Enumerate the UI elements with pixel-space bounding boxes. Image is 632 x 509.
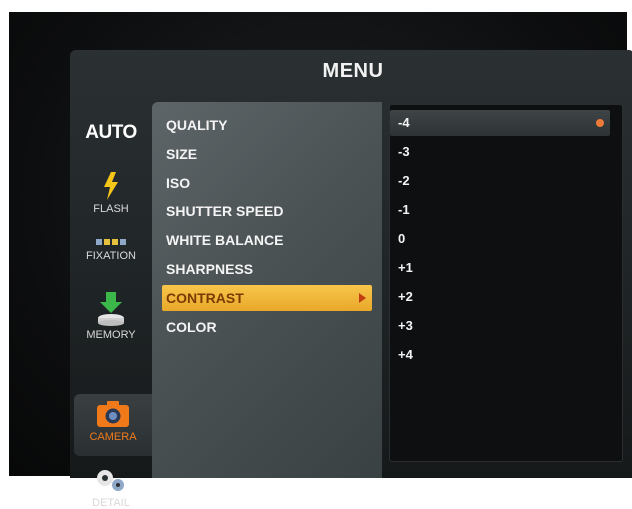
mode-rail: AUTO FLASH FIXATION MEMORY CAMERA DETAIL — [70, 102, 152, 509]
setting-item-label: CONTRAST — [166, 290, 244, 306]
rail-item-detail[interactable]: DETAIL — [76, 468, 146, 509]
value-option[interactable]: -1 — [398, 197, 410, 223]
setting-item-quality[interactable]: QUALITY — [166, 112, 227, 138]
rail-item-label: CAMERA — [89, 431, 137, 443]
settings-list: QUALITY SIZE ISO SHUTTER SPEED WHITE BAL… — [152, 102, 382, 478]
rail-item-label: DETAIL — [92, 497, 130, 509]
setting-item-sharpness[interactable]: SHARPNESS — [166, 256, 253, 282]
setting-item-size[interactable]: SIZE — [166, 141, 197, 167]
values-panel: -4 -3 -2 -1 0 +1 +2 +3 +4 — [389, 104, 623, 462]
auto-mode-label[interactable]: AUTO — [76, 122, 146, 144]
gears-icon — [97, 470, 124, 491]
setting-item-iso[interactable]: ISO — [166, 170, 190, 196]
value-label: -4 — [398, 115, 410, 130]
memory-download-icon — [98, 292, 124, 326]
value-option[interactable]: +3 — [398, 313, 413, 339]
value-option[interactable]: 0 — [398, 226, 405, 252]
value-option[interactable]: -2 — [398, 168, 410, 194]
rail-item-fixation[interactable]: FIXATION — [76, 237, 146, 262]
value-option[interactable]: +1 — [398, 255, 413, 281]
setting-item-white-balance[interactable]: WHITE BALANCE — [166, 227, 283, 253]
value-option[interactable]: +2 — [398, 284, 413, 310]
rail-item-label: MEMORY — [86, 329, 136, 341]
menu-title: MENU — [322, 60, 384, 82]
current-value-dot-icon — [596, 119, 604, 127]
fixation-icon — [96, 239, 126, 245]
lightning-icon — [104, 172, 118, 200]
rail-item-label: FLASH — [93, 203, 129, 215]
value-option[interactable]: +4 — [398, 342, 413, 368]
setting-item-contrast[interactable]: CONTRAST — [162, 285, 372, 311]
rail-item-flash[interactable]: FLASH — [76, 172, 146, 215]
rail-item-memory[interactable]: MEMORY — [76, 292, 146, 341]
chevron-right-icon — [359, 293, 366, 303]
menu-screen: MENU AUTO FLASH FIXATION MEMORY CAMERA D… — [70, 50, 632, 509]
rail-item-camera[interactable]: CAMERA — [74, 394, 152, 456]
rail-item-label: FIXATION — [86, 250, 136, 262]
value-option[interactable]: -3 — [398, 139, 410, 165]
camera-icon — [97, 401, 129, 427]
setting-item-shutter-speed[interactable]: SHUTTER SPEED — [166, 198, 283, 224]
value-option[interactable]: -4 — [390, 110, 610, 136]
setting-item-color[interactable]: COLOR — [166, 314, 217, 340]
